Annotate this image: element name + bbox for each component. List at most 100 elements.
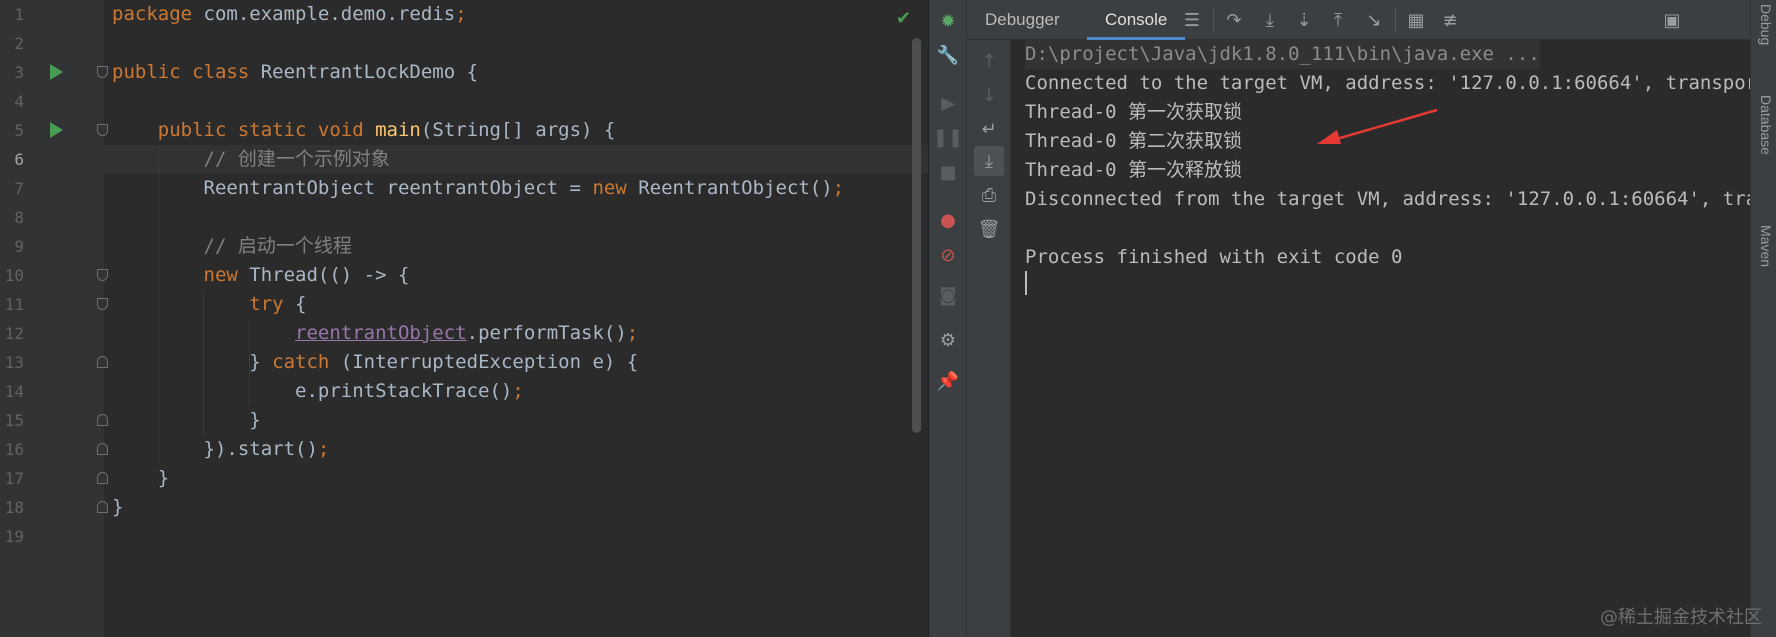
evaluate-expression-icon[interactable]: ▦ — [1401, 5, 1431, 35]
fold-marker-icon[interactable] — [97, 472, 108, 484]
wrench-icon[interactable]: 🔧 — [933, 40, 963, 70]
code-token: ReentrantLockDemo { — [260, 61, 479, 83]
annotation-arrow-icon — [1317, 108, 1438, 144]
console-line: Thread-0 第一次获取锁 — [1025, 101, 1242, 123]
line-number: 7 — [14, 179, 24, 198]
code-line-text: // 启动一个线程 — [112, 232, 352, 261]
code-token: reentrantObject — [295, 322, 467, 344]
code-line[interactable]: // 启动一个线程 — [104, 232, 928, 261]
code-token: (InterruptedException e) { — [340, 351, 639, 373]
soft-wrap-icon[interactable]: ↵ — [974, 114, 1004, 144]
code-token: new — [203, 264, 250, 286]
view-breakpoints-icon[interactable]: ● — [933, 205, 963, 235]
layout-settings-icon[interactable]: ▣ — [1657, 5, 1687, 35]
fold-marker-icon[interactable] — [97, 124, 108, 136]
tab-debugger[interactable]: Debugger — [967, 0, 1078, 40]
console-line: Thread-0 第一次释放锁 — [1025, 159, 1242, 181]
step-into-icon[interactable]: ⤓ — [1255, 5, 1285, 35]
line-number: 10 — [4, 266, 24, 285]
code-token: com.example.demo.redis — [203, 3, 456, 25]
code-line[interactable]: public static void main(String[] args) { — [104, 116, 928, 145]
down-arrow-icon[interactable]: ↓ — [974, 80, 1004, 110]
line-number: 17 — [4, 469, 24, 488]
step-over-icon[interactable]: ↷ — [1219, 5, 1249, 35]
code-token: ; — [317, 438, 330, 460]
code-editor[interactable]: 1 2 3 4 5 6 7 8 9 10 11 12 13 14 15 16 17 18 19 package co… — [0, 0, 928, 637]
tab-console[interactable]: Console — [1087, 0, 1186, 40]
line-number: 2 — [14, 34, 24, 53]
fold-marker-icon[interactable] — [97, 414, 108, 426]
code-line[interactable]: ReentrantObject reentrantObject = new Re… — [104, 174, 928, 203]
run-gutter-icon[interactable] — [50, 64, 63, 80]
debug-bug-icon[interactable]: ✹ — [933, 6, 963, 36]
code-line[interactable] — [104, 203, 928, 232]
line-number: 15 — [4, 411, 24, 430]
print-icon[interactable]: ⎙ — [974, 180, 1004, 210]
code-token: package — [112, 3, 204, 25]
console-output[interactable]: D:\project\Java\jdk1.8.0_111\bin\java.ex… — [1011, 40, 1750, 637]
run-gutter-icon[interactable] — [50, 122, 63, 138]
fold-marker-icon[interactable] — [97, 269, 108, 281]
step-out-icon[interactable]: ⤒ — [1323, 5, 1353, 35]
code-token: { — [295, 293, 307, 315]
code-line[interactable]: public class ReentrantLockDemo { — [104, 58, 928, 87]
trace-stream-icon[interactable]: ≢ — [1435, 5, 1465, 35]
code-line-text: } catch (InterruptedException e) { — [112, 348, 638, 377]
code-line[interactable]: } — [104, 406, 928, 435]
fold-marker-icon[interactable] — [97, 356, 108, 368]
code-line-text: reentrantObject.performTask(); — [112, 319, 638, 348]
line-number: 18 — [4, 498, 24, 517]
stop-icon[interactable]: ■ — [933, 157, 963, 187]
console-side-toolbar: ↑ ↓ ↵ ⤓ ⎙ 🗑 — [967, 40, 1011, 637]
line-number: 4 — [14, 92, 24, 111]
code-token: try — [249, 293, 296, 315]
indent-guide — [248, 319, 250, 406]
code-token: main — [375, 119, 421, 141]
code-line[interactable] — [104, 29, 928, 58]
code-line-text: e.printStackTrace(); — [112, 377, 524, 406]
mute-breakpoints-icon[interactable]: ⊘ — [933, 240, 963, 270]
editor-scrollbar[interactable] — [912, 38, 921, 433]
code-line[interactable]: package com.example.demo.redis; — [104, 0, 928, 29]
side-tab-debug[interactable]: Debug — [1758, 4, 1774, 45]
scroll-to-end-icon[interactable]: ⤓ — [974, 146, 1004, 176]
code-line[interactable] — [104, 87, 928, 116]
fold-marker-icon[interactable] — [97, 501, 108, 513]
code-line[interactable]: reentrantObject.performTask(); — [104, 319, 928, 348]
up-arrow-icon[interactable]: ↑ — [974, 46, 1004, 76]
fold-marker-icon[interactable] — [97, 298, 108, 310]
code-token: Thread(() -> { — [249, 264, 410, 286]
code-line-text: } — [112, 493, 123, 522]
no-problems-check-icon[interactable]: ✔ — [896, 8, 911, 29]
line-number: 12 — [4, 324, 24, 343]
text-cursor — [1025, 271, 1027, 295]
console-line: Disconnected from the target VM, address… — [1025, 188, 1750, 210]
side-tab-database[interactable]: Database — [1758, 95, 1774, 155]
code-line[interactable]: } — [104, 464, 928, 493]
camera-icon[interactable]: ◙ — [933, 280, 963, 310]
resume-icon[interactable]: ▶ — [933, 88, 963, 118]
code-token: ; — [626, 322, 639, 344]
code-area[interactable]: package com.example.demo.redis; public cl… — [104, 0, 928, 637]
threads-list-icon[interactable]: ☰ — [1177, 5, 1207, 35]
side-tab-maven[interactable]: Maven — [1758, 225, 1774, 267]
pin-icon[interactable]: 📌 — [933, 366, 963, 396]
run-to-cursor-icon[interactable]: ↘ — [1359, 5, 1389, 35]
trash-icon[interactable]: 🗑 — [974, 214, 1004, 244]
code-line[interactable]: }).start(); — [104, 435, 928, 464]
settings-gear-icon[interactable]: ⚙ — [933, 325, 963, 355]
code-line[interactable]: try { — [104, 290, 928, 319]
console-line: Process finished with exit code 0 — [1025, 246, 1403, 268]
code-line[interactable]: } catch (InterruptedException e) { — [104, 348, 928, 377]
code-line[interactable]: } — [104, 493, 928, 522]
force-step-into-icon[interactable]: ⇣ — [1289, 5, 1319, 35]
line-number: 19 — [4, 527, 24, 546]
code-line[interactable] — [104, 522, 928, 551]
fold-marker-icon[interactable] — [97, 66, 108, 78]
pause-icon[interactable]: ❚❚ — [933, 122, 963, 152]
code-line[interactable]: // 创建一个示例对象 — [104, 145, 928, 174]
code-line[interactable]: new Thread(() -> { — [104, 261, 928, 290]
fold-marker-icon[interactable] — [97, 443, 108, 455]
code-line[interactable]: e.printStackTrace(); — [104, 377, 928, 406]
